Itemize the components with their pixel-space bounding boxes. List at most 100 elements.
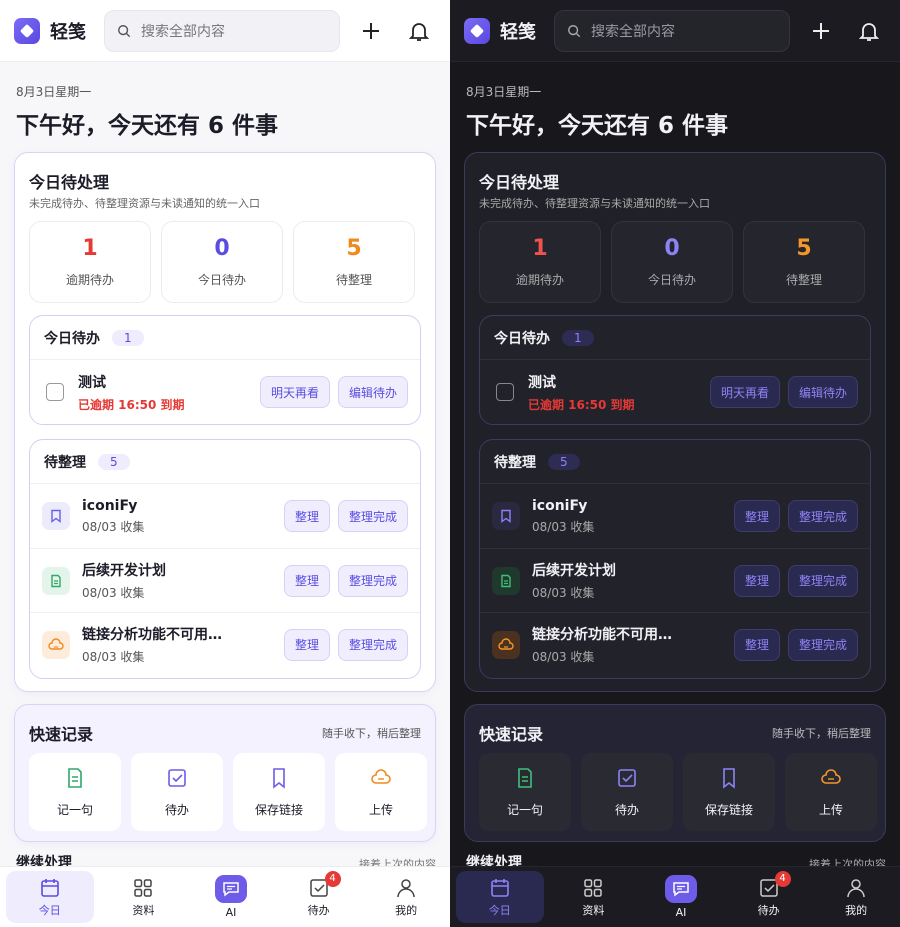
done-button[interactable]: 整理完成: [337, 564, 408, 597]
todo-checkbox[interactable]: [46, 383, 64, 401]
todo-badge: 4: [774, 871, 791, 887]
resource-row: 链接分析功能不可用… 08/03 收集 整理 整理完成: [480, 612, 870, 676]
stat-label: 待整理: [335, 273, 372, 287]
tab-label: 资料: [132, 903, 155, 917]
stats-row: 1 逾期待办 0 今日待办 5 待整理: [479, 221, 865, 303]
stat-to-sort[interactable]: 5 待整理: [293, 221, 415, 303]
notification-button[interactable]: [854, 16, 884, 46]
snooze-button[interactable]: 明天再看: [259, 376, 330, 408]
todo-due: 已逾期 16:50 到期: [528, 397, 635, 412]
tab-ai[interactable]: AI: [637, 867, 725, 927]
stat-overdue[interactable]: 1 逾期待办: [29, 221, 151, 303]
calendar-icon: [40, 878, 59, 897]
today-todo-section: 今日待办 1 测试 已逾期 16:50 到期 明天再看 编辑待办: [479, 315, 871, 425]
grid-icon: [584, 878, 603, 897]
todo-badge: 4: [324, 871, 341, 887]
done-button[interactable]: 整理完成: [787, 564, 858, 597]
stat-to-sort[interactable]: 5 待整理: [743, 221, 865, 303]
organize-button[interactable]: 整理: [283, 564, 330, 597]
search-input[interactable]: 搜索全部内容: [554, 9, 790, 52]
tab-label: 我的: [395, 903, 418, 917]
resource-meta: 08/03 收集: [82, 519, 145, 534]
tab-bar: 今日 资料 AI 4 待办 我的: [0, 866, 450, 927]
stat-label: 今日待办: [197, 273, 246, 287]
quick-label: 上传: [818, 802, 843, 817]
tab-label: AI: [225, 906, 237, 919]
todo-row: 测试 已逾期 16:50 到期 明天再看 编辑待办: [30, 360, 420, 424]
stat-label: 待整理: [785, 273, 822, 287]
quick-label: 记一句: [506, 802, 543, 817]
done-button[interactable]: 整理完成: [337, 628, 408, 661]
stat-value: 5: [346, 236, 362, 261]
quick-todo-button[interactable]: 待办: [131, 753, 223, 831]
tab-profile[interactable]: 我的: [812, 867, 900, 927]
section-title: 今日待办: [494, 330, 550, 347]
tab-label: 我的: [845, 903, 868, 917]
stat-today[interactable]: 0 今日待办: [611, 221, 733, 303]
stat-overdue[interactable]: 1 逾期待办: [479, 221, 601, 303]
tab-label: 今日: [488, 903, 511, 917]
stat-value: 1: [82, 236, 98, 261]
card-subtitle: 未完成待办、待整理资源与未读通知的统一入口: [29, 197, 260, 210]
quick-todo-button[interactable]: 待办: [581, 753, 673, 831]
quick-upload-button[interactable]: 上传: [335, 753, 427, 831]
add-button[interactable]: [356, 16, 386, 46]
resource-row: 链接分析功能不可用… 08/03 收集 整理 整理完成: [30, 612, 420, 676]
section-header: 待整理 5: [480, 440, 870, 484]
resource-title: 链接分析功能不可用…: [82, 627, 222, 643]
stat-label: 逾期待办: [65, 273, 114, 287]
todo-title: 测试: [528, 374, 556, 391]
card-title: 今日待处理: [29, 173, 110, 192]
quick-record-card: 快速记录 随手收下，稍后整理 记一句 待办 保存链接 上传: [14, 704, 436, 842]
edit-todo-button[interactable]: 编辑待办: [337, 376, 408, 408]
search-input[interactable]: 搜索全部内容: [104, 9, 340, 52]
quick-upload-button[interactable]: 上传: [785, 753, 877, 831]
quick-link-button[interactable]: 保存链接: [233, 753, 325, 831]
checkbox-icon: [168, 768, 186, 787]
app-logo: [464, 17, 490, 44]
tab-profile[interactable]: 我的: [362, 867, 450, 927]
quick-note-button[interactable]: 记一句: [479, 753, 571, 831]
tab-today[interactable]: 今日: [456, 871, 544, 923]
tab-todo[interactable]: 4 待办: [275, 867, 363, 927]
tab-label: 待办: [757, 903, 780, 917]
todo-checkbox[interactable]: [496, 383, 514, 401]
todo-due: 已逾期 16:50 到期: [78, 397, 185, 412]
checkbox-icon: [618, 768, 636, 787]
upload-cloud-icon: [821, 768, 841, 784]
organize-button[interactable]: 整理: [283, 628, 330, 661]
bookmark-icon: [723, 767, 735, 789]
tab-library[interactable]: 资料: [550, 867, 638, 927]
today-pending-card: 今日待处理 未完成待办、待整理资源与未读通知的统一入口 1 逾期待办 0 今日待办 …: [464, 152, 886, 692]
document-icon: [42, 566, 70, 595]
count-badge: 1: [112, 329, 144, 346]
tab-bar: 今日 资料 AI 4 待办 我的: [450, 866, 900, 927]
greeting: 下午好，今天还有 6 件事: [466, 113, 729, 139]
tab-todo[interactable]: 4 待办: [725, 867, 813, 927]
done-button[interactable]: 整理完成: [787, 500, 858, 532]
quick-note-button[interactable]: 记一句: [29, 753, 121, 831]
done-button[interactable]: 整理完成: [787, 628, 858, 661]
quick-link-button[interactable]: 保存链接: [683, 753, 775, 831]
organize-button[interactable]: 整理: [283, 500, 330, 532]
dark-screen: 轻笺 搜索全部内容 8月3日星期一 下午好，今天还有 6 件事 今日待处理 未完…: [450, 0, 900, 927]
add-button[interactable]: [806, 16, 836, 46]
organize-button[interactable]: 整理: [733, 564, 780, 597]
calendar-icon: [490, 878, 509, 897]
tab-ai[interactable]: AI: [187, 867, 275, 927]
organize-button[interactable]: 整理: [733, 628, 780, 661]
tab-library[interactable]: 资料: [100, 867, 188, 927]
note-icon: [68, 767, 82, 788]
edit-todo-button[interactable]: 编辑待办: [787, 376, 858, 408]
stat-value: 0: [664, 236, 680, 261]
snooze-button[interactable]: 明天再看: [709, 376, 780, 408]
stat-label: 逾期待办: [515, 273, 564, 287]
organize-button[interactable]: 整理: [733, 500, 780, 532]
notification-button[interactable]: [404, 16, 434, 46]
stats-row: 1 逾期待办 0 今日待办 5 待整理: [29, 221, 415, 303]
tab-today[interactable]: 今日: [6, 871, 94, 923]
cloud-icon: [42, 630, 70, 659]
done-button[interactable]: 整理完成: [337, 500, 408, 532]
stat-today[interactable]: 0 今日待办: [161, 221, 283, 303]
app-name: 轻笺: [50, 21, 86, 43]
